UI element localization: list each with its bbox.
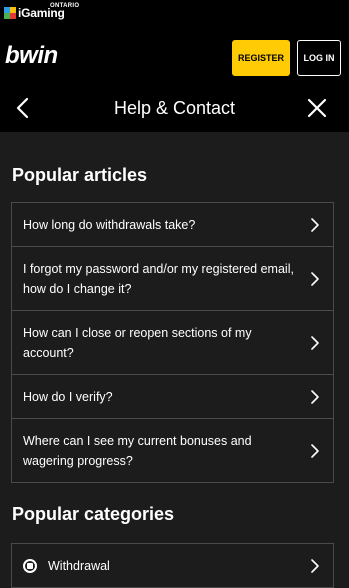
chevron-right-icon bbox=[311, 558, 319, 573]
chevron-right-icon bbox=[311, 443, 319, 458]
chevron-right-icon bbox=[311, 389, 319, 404]
category-item-label: Withdrawal bbox=[48, 558, 110, 573]
close-icon[interactable] bbox=[305, 96, 329, 120]
withdrawal-icon bbox=[23, 558, 37, 573]
article-item[interactable]: I forgot my password and/or my registere… bbox=[11, 246, 334, 311]
chevron-right-icon bbox=[311, 335, 319, 350]
article-item[interactable]: How long do withdrawals take? bbox=[11, 202, 334, 247]
article-item-label: How do I verify? bbox=[23, 389, 113, 404]
help-navbar: Help & Contact bbox=[0, 84, 349, 132]
article-item[interactable]: Where can I see my current bonuses and w… bbox=[11, 418, 334, 483]
bwin-logo[interactable]: bwin bbox=[5, 42, 58, 70]
brand-strip: iGaming ONTARIO bbox=[0, 0, 349, 32]
login-button[interactable]: LOG IN bbox=[297, 40, 341, 76]
site-header: bwin REGISTER LOG IN bbox=[0, 32, 349, 84]
page-title: Help & Contact bbox=[113, 97, 236, 118]
back-arrow-icon[interactable] bbox=[12, 96, 36, 120]
article-item-label: I forgot my password and/or my registere… bbox=[23, 261, 294, 296]
article-item-label: Where can I see my current bonuses and w… bbox=[23, 433, 252, 468]
popular-articles-list: How long do withdrawals take? I forgot m… bbox=[11, 202, 334, 483]
chevron-right-icon bbox=[311, 217, 319, 232]
category-item-withdrawal[interactable]: Withdrawal bbox=[11, 543, 334, 588]
article-item[interactable]: How can I close or reopen sections of my… bbox=[11, 310, 334, 375]
chevron-right-icon bbox=[311, 271, 319, 286]
igaming-mark-icon bbox=[4, 7, 16, 19]
popular-categories-heading: Popular categories bbox=[12, 504, 175, 524]
register-button[interactable]: REGISTER bbox=[232, 40, 290, 76]
article-item-label: How can I close or reopen sections of my… bbox=[23, 325, 252, 360]
popular-categories-list: Withdrawal bbox=[11, 543, 334, 588]
popular-articles-heading: Popular articles bbox=[12, 165, 148, 185]
article-item-label: How long do withdrawals take? bbox=[23, 217, 196, 232]
article-item[interactable]: How do I verify? bbox=[11, 374, 334, 419]
igaming-region: ONTARIO bbox=[50, 3, 80, 9]
